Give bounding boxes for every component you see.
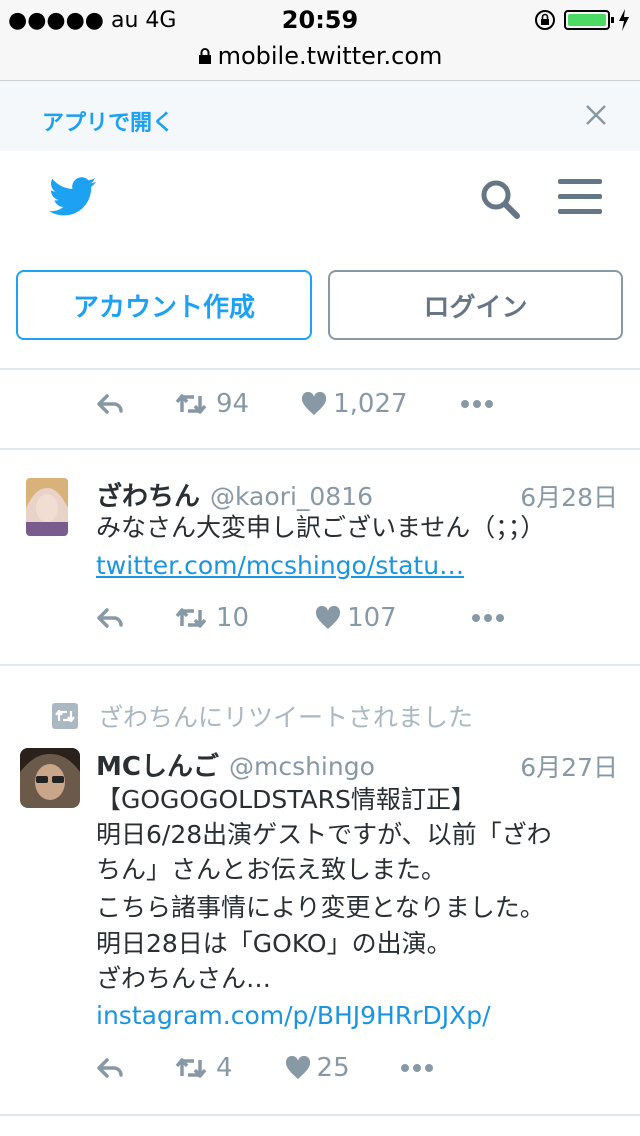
divider — [0, 448, 640, 450]
retweet-icon — [175, 394, 207, 414]
avatar[interactable] — [26, 478, 68, 536]
like-count: 1,027 — [333, 389, 408, 419]
like-button[interactable]: 1,027 — [301, 389, 408, 419]
retweet-icon — [175, 608, 207, 628]
retweet-icon — [175, 1058, 207, 1078]
tweet-text-line: 明日6/28出演ゲストですが、以前「ざわ — [96, 820, 552, 849]
tweet-text-line: 明日28日は「GOKO」の出演。 — [96, 929, 452, 958]
divider — [0, 368, 640, 370]
retweet-count: 94 — [216, 389, 250, 419]
display-name[interactable]: ざわちん — [96, 482, 200, 512]
open-in-app-link[interactable]: アプリで開く — [42, 105, 174, 137]
tweet-date[interactable]: 6月27日 — [520, 748, 618, 784]
retweet-button[interactable]: 4 — [174, 1053, 233, 1083]
more-icon[interactable] — [471, 613, 505, 623]
login-button[interactable]: ログイン — [328, 270, 623, 340]
retweet-count: 4 — [216, 1053, 233, 1083]
battery-icon — [564, 10, 614, 30]
url-bar[interactable]: mobile.twitter.com — [0, 40, 640, 81]
tweet-link[interactable]: twitter.com/mcshingo/statu… — [96, 548, 464, 584]
retweet-context-icon — [52, 703, 78, 729]
retweet-context-text[interactable]: ざわちんにリツイートされました — [98, 698, 473, 734]
tweet-header: ざわちん @kaori_0816 — [96, 476, 373, 513]
tweet-actions: 10 107 — [96, 598, 505, 638]
avatar[interactable] — [20, 748, 80, 808]
heart-icon — [316, 606, 341, 629]
like-count: 25 — [316, 1053, 350, 1083]
like-count: 107 — [347, 603, 397, 633]
reply-icon[interactable] — [96, 1057, 124, 1079]
username[interactable]: @mcshingo — [229, 752, 375, 781]
avatar-image — [20, 748, 80, 808]
like-button[interactable]: 107 — [315, 603, 397, 633]
rotation-lock-icon — [535, 10, 555, 30]
avatar-image — [26, 478, 68, 536]
menu-icon[interactable] — [558, 177, 602, 217]
heart-icon — [302, 392, 327, 415]
more-icon[interactable] — [400, 1063, 434, 1073]
app-banner: アプリで開く — [0, 81, 640, 151]
site-header — [0, 151, 640, 256]
signup-button[interactable]: アカウント作成 — [16, 270, 312, 340]
tweet-date[interactable]: 6月28日 — [520, 478, 618, 514]
tweet-actions: 4 25 — [96, 1048, 434, 1088]
like-button[interactable]: 25 — [285, 1053, 350, 1083]
tweet-actions: 94 1,027 — [96, 384, 494, 424]
status-icons — [534, 8, 630, 32]
tweet-text-line: ちん」さんとお伝え致しまた。 — [96, 855, 447, 884]
heart-icon — [285, 1056, 310, 1079]
tweet-text-line: ざわちんさん… — [96, 964, 272, 993]
tweet-header: MCしんご @mcshingo — [96, 746, 375, 783]
url-text: mobile.twitter.com — [0, 42, 640, 70]
status-bar: ●●●●● au 4G 20:59 — [0, 0, 640, 40]
twitter-bird-icon[interactable] — [48, 177, 98, 217]
tweet-text: みなさん大変申し訳ございません（；；） — [96, 513, 546, 542]
tweet-link[interactable]: instagram.com/p/BHJ9HRrDJXp/ — [96, 998, 491, 1034]
retweet-button[interactable]: 94 — [174, 389, 249, 419]
retweet-context: ざわちんにリツイートされました — [52, 698, 473, 734]
close-icon[interactable] — [582, 101, 610, 129]
divider — [0, 1114, 640, 1116]
tweet-text-line: 【GOGOGOLDSTARS情報訂正】 — [96, 785, 476, 814]
url-label: mobile.twitter.com — [217, 42, 443, 70]
search-icon[interactable] — [478, 177, 522, 221]
reply-icon[interactable] — [96, 393, 124, 415]
lock-icon — [198, 48, 211, 64]
more-icon[interactable] — [460, 399, 494, 409]
username[interactable]: @kaori_0816 — [210, 482, 373, 511]
retweet-count: 10 — [216, 603, 250, 633]
reply-icon[interactable] — [96, 607, 124, 629]
charging-icon — [619, 9, 629, 31]
tweet-text-line: こちら諸事情により変更となりました。 — [96, 893, 545, 922]
display-name[interactable]: MCしんご — [96, 752, 219, 782]
retweet-button[interactable]: 10 — [174, 603, 249, 633]
divider — [0, 664, 640, 666]
